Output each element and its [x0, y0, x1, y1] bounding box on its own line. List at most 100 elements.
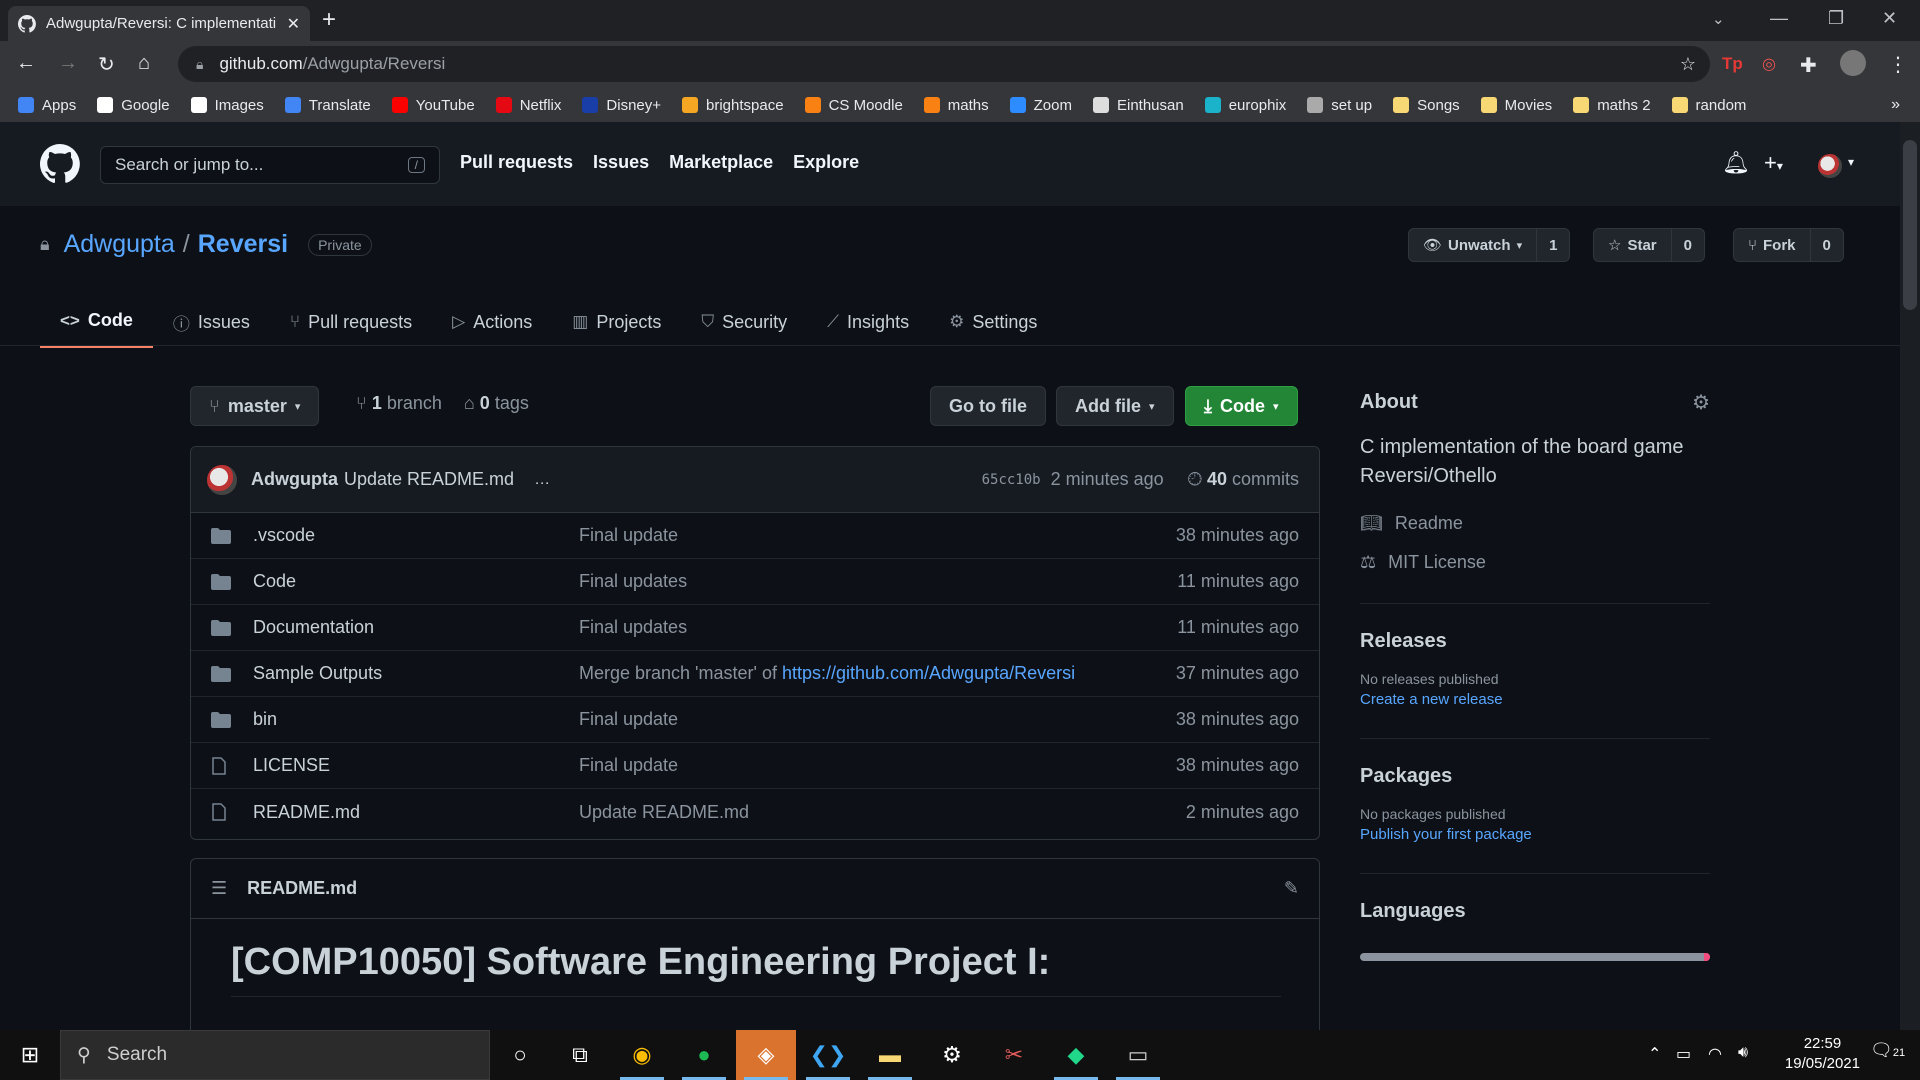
publish-package-link[interactable]: Publish your first package	[1360, 826, 1710, 843]
bookmark-images[interactable]: Images	[190, 97, 264, 114]
bookmarks-overflow-icon[interactable]: »	[1891, 96, 1900, 114]
nav-marketplace[interactable]: Marketplace	[669, 152, 773, 173]
forward-icon[interactable]: →	[58, 52, 78, 75]
notifications-bell-icon[interactable]: 🔔︎	[1722, 150, 1750, 176]
watch-button[interactable]: 👁︎ Unwatch ▾ 1	[1408, 228, 1571, 262]
file-commit-message[interactable]: Final update	[579, 525, 1176, 546]
clion-icon[interactable]: ◆	[1046, 1030, 1106, 1080]
file-name-link[interactable]: .vscode	[253, 525, 579, 546]
commit-message[interactable]: Update README.md	[344, 469, 514, 490]
battery-icon[interactable]: ▭	[1676, 1044, 1691, 1064]
bookmark-europhix[interactable]: europhix	[1204, 97, 1286, 114]
tab-projects[interactable]: ▥ Projects	[552, 296, 681, 348]
wifi-icon[interactable]: ◠	[1708, 1044, 1722, 1064]
watch-count[interactable]: 1	[1537, 237, 1569, 254]
vscode-icon[interactable]: ❮❯	[798, 1030, 858, 1080]
taskbar-search[interactable]: ⚲ Search	[60, 1030, 490, 1080]
bookmark-translate[interactable]: Translate	[284, 97, 371, 114]
bookmark-youtube[interactable]: YouTube	[391, 97, 475, 114]
browser-tab[interactable]: Adwgupta/Reversi: C implementati ✕	[8, 6, 310, 41]
profile-menu-icon[interactable]: ⌄	[1712, 10, 1725, 28]
tab-security[interactable]: ⛉ Security	[681, 296, 807, 348]
github-search-input[interactable]	[115, 155, 375, 175]
windows-start-icon[interactable]: ⊞	[0, 1030, 60, 1080]
notification-center-icon[interactable]: 🗨︎21	[1870, 1040, 1905, 1061]
file-commit-message[interactable]: Final updates	[579, 617, 1177, 638]
bookmark-star-icon[interactable]: ☆	[1680, 54, 1696, 75]
star-count[interactable]: 0	[1672, 237, 1704, 254]
page-scrollbar-thumb[interactable]	[1903, 140, 1917, 310]
file-commit-message[interactable]: Merge branch 'master' of https://github.…	[579, 663, 1176, 684]
license-link[interactable]: ⚖ MIT License	[1360, 552, 1710, 573]
discord-icon[interactable]: ◈	[736, 1030, 796, 1080]
volume-icon[interactable]: 🔊︎	[1738, 1044, 1748, 1062]
terminal-icon[interactable]: ▭	[1108, 1030, 1168, 1080]
repo-name-link[interactable]: Reversi	[198, 230, 288, 259]
commit-sha[interactable]: 65cc10b	[982, 472, 1041, 488]
nav-explore[interactable]: Explore	[793, 152, 859, 173]
reload-icon[interactable]: ↻	[98, 52, 115, 77]
nav-issues[interactable]: Issues	[593, 152, 649, 173]
close-tab-icon[interactable]: ✕	[287, 14, 300, 34]
new-tab-icon[interactable]: +	[322, 8, 336, 32]
tab-settings[interactable]: ⚙ Settings	[929, 296, 1057, 348]
user-menu-caret-icon[interactable]: ▾	[1848, 155, 1854, 169]
file-commit-message[interactable]: Update README.md	[579, 802, 1186, 823]
bookmark-einthusan[interactable]: Einthusan	[1092, 97, 1184, 114]
github-search[interactable]: /	[100, 146, 440, 184]
create-new-plus-icon[interactable]: +▾	[1764, 150, 1783, 176]
fork-button[interactable]: ⑂ Fork 0	[1733, 228, 1844, 262]
create-release-link[interactable]: Create a new release	[1360, 691, 1710, 708]
extension-tp-icon[interactable]: Tp	[1722, 54, 1743, 74]
file-name-link[interactable]: Documentation	[253, 617, 579, 638]
bookmark-songs[interactable]: Songs	[1393, 97, 1460, 114]
commit-history-link[interactable]: 🕘︎ 40 commits	[1188, 469, 1299, 490]
file-name-link[interactable]: Code	[253, 571, 579, 592]
fork-count[interactable]: 0	[1811, 237, 1843, 254]
snip-tool-icon[interactable]: ✂	[984, 1030, 1044, 1080]
repo-owner-link[interactable]: Adwgupta	[64, 230, 175, 259]
back-icon[interactable]: ←	[16, 52, 36, 75]
code-download-button[interactable]: ⤓ Code ▾	[1185, 386, 1298, 426]
user-avatar[interactable]	[1818, 154, 1842, 178]
file-name-link[interactable]: Sample Outputs	[253, 663, 579, 684]
profile-avatar[interactable]	[1840, 50, 1866, 76]
bookmark-movies[interactable]: Movies	[1480, 97, 1552, 114]
settings-gear-icon[interactable]: ⚙	[922, 1030, 982, 1080]
tags-link[interactable]: ⌂ 0 tags	[464, 393, 529, 414]
nav-pull-requests[interactable]: Pull requests	[460, 152, 573, 173]
commit-author[interactable]: Adwgupta	[251, 469, 338, 490]
commit-message-text[interactable]: Final update	[579, 525, 678, 545]
bookmark-netflix[interactable]: Netflix	[495, 97, 561, 114]
commit-author-avatar[interactable]	[207, 464, 237, 495]
chrome-icon[interactable]: ◉	[612, 1030, 672, 1080]
commit-message-text[interactable]: Merge branch 'master' of	[579, 663, 782, 683]
file-name-link[interactable]: README.md	[253, 802, 579, 823]
list-icon[interactable]: ☰	[211, 878, 227, 899]
packages-heading[interactable]: Packages	[1360, 765, 1710, 788]
branches-link[interactable]: ⑂ 1 branch	[356, 393, 442, 414]
bookmark-brightspace[interactable]: brightspace	[682, 97, 784, 114]
close-window-icon[interactable]: ✕	[1882, 8, 1897, 29]
address-bar[interactable]: 🔒︎ github.com/Adwgupta/Reversi ☆	[178, 46, 1710, 82]
edit-pencil-icon[interactable]: ✎	[1284, 878, 1299, 899]
bookmark-maths-2[interactable]: maths 2	[1573, 97, 1651, 114]
about-settings-gear-icon[interactable]: ⚙	[1692, 390, 1710, 415]
cortana-icon[interactable]: ○	[490, 1030, 550, 1080]
file-commit-message[interactable]: Final update	[579, 755, 1176, 776]
extension-shield-icon[interactable]: ◎	[1762, 54, 1776, 74]
star-button[interactable]: ☆ Star 0	[1593, 228, 1705, 262]
bookmark-set-up[interactable]: set up	[1307, 97, 1372, 114]
file-explorer-icon[interactable]: ▬	[860, 1030, 920, 1080]
bookmark-cs-moodle[interactable]: CS Moodle	[804, 97, 903, 114]
commit-expand-ellipsis[interactable]: …	[534, 471, 550, 489]
home-icon[interactable]: ⌂	[138, 52, 150, 75]
readme-link[interactable]: 📖︎ Readme	[1360, 513, 1710, 534]
browser-menu-icon[interactable]: ⋮	[1888, 52, 1908, 77]
tab-actions[interactable]: ▷ Actions	[432, 296, 552, 348]
tab-issues[interactable]: ⓘ Issues	[153, 296, 270, 348]
commit-message-text[interactable]: Final update	[579, 755, 678, 775]
bookmark-random[interactable]: random	[1671, 97, 1746, 114]
file-commit-message[interactable]: Final update	[579, 709, 1176, 730]
bookmark-disney-[interactable]: Disney+	[582, 97, 661, 114]
